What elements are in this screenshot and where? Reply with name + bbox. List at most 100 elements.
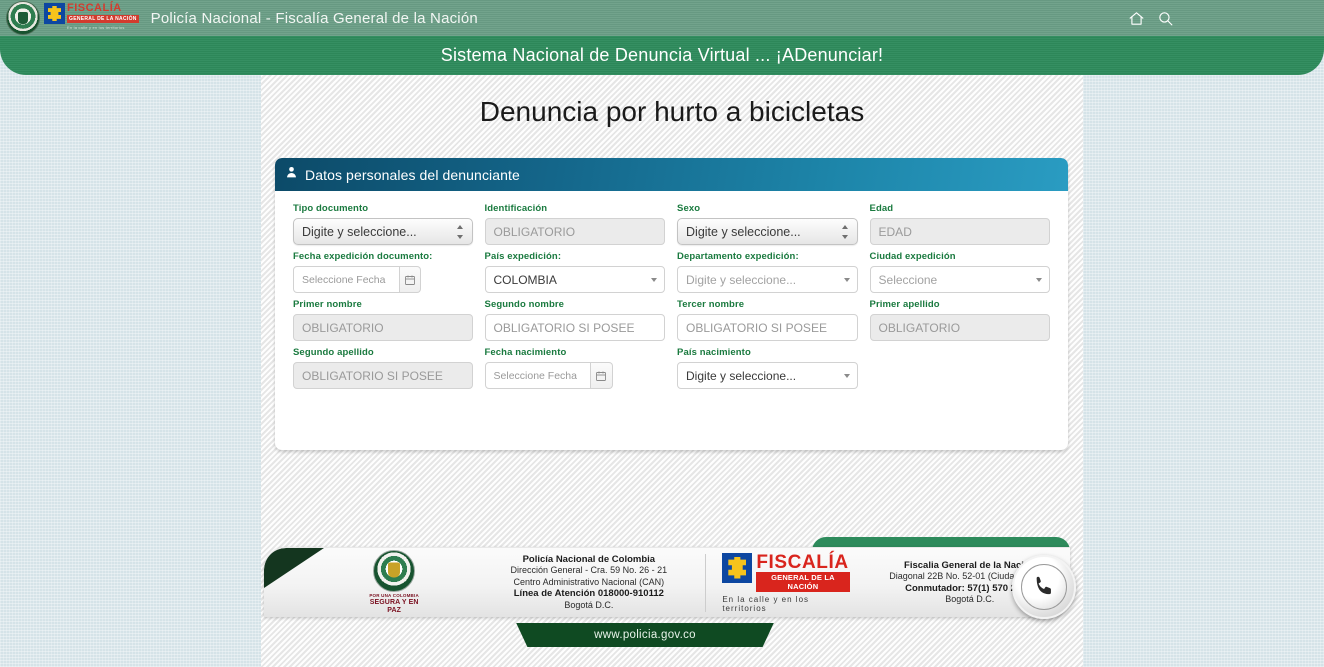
field-identificacion: Identificación [479,203,672,245]
police-seal-icon [6,1,40,35]
input-primer-nombre[interactable] [293,314,473,341]
fiscalia-brand: FISCALÍA [756,551,849,573]
select-departamento-expedicion-value: Digite y seleccione... [686,272,797,287]
page-title: Denuncia por hurto a bicicletas [479,96,865,127]
calendar-icon[interactable] [591,362,613,389]
field-fecha-expedicion: Fecha expedición documento: [287,251,479,293]
user-icon [285,165,298,184]
input-tercer-nombre[interactable] [677,314,858,341]
field-spacer [864,347,1057,389]
fiscalia-brand-sub: GENERAL DE LA NACIÓN [756,571,850,592]
label-edad: Edad [869,203,894,214]
system-banner-title: Sistema Nacional de Denuncia Virtual ...… [440,45,884,65]
label-identificacion: Identificación [484,203,548,214]
field-tipo-documento: Tipo documento Digite y seleccione... [287,203,479,245]
chevron-down-icon [843,373,850,378]
input-segundo-apellido[interactable] [293,362,473,389]
label-pais-expedicion: País expedición: [484,251,562,262]
input-identificacion[interactable] [484,218,666,245]
field-pais-expedicion: País expedición: COLOMBIA [479,251,672,293]
footer-corner-wedge [264,548,324,588]
police-name: Policía Nacional de Colombia [522,553,656,565]
topbar-title: Policía Nacional - Fiscalía General de l… [150,9,478,27]
system-banner: Sistema Nacional de Denuncia Virtual ...… [0,36,1324,75]
select-ciudad-expedicion-value: Seleccione [878,272,938,287]
footer-website: www.policia.gov.co [594,629,696,641]
field-ciudad-expedicion: Ciudad expedición Seleccione [864,251,1057,293]
select-pais-expedicion[interactable]: COLOMBIA [484,266,666,293]
input-fecha-nacimiento[interactable] [484,362,592,389]
fiscalia-logo-footer: FISCALÍA GENERAL DE LA NACIÓN En la call… [722,551,850,613]
input-segundo-nombre[interactable] [484,314,666,341]
personal-data-card: Datos personales del denunciante Tipo do… [275,158,1068,450]
label-departamento-expedicion: Departamento expedición: [677,251,799,262]
label-segundo-apellido: Segundo apellido [293,347,374,358]
fiscalia-brand: FISCALÍA [67,2,122,14]
input-fecha-expedicion[interactable] [293,266,400,293]
field-departamento-expedicion: Departamento expedición: Digite y selecc… [671,251,864,293]
calendar-icon[interactable] [399,266,421,293]
fiscalia-tagline: En la calle y en los territorios [722,594,810,613]
select-ciudad-expedicion[interactable]: Seleccione [869,266,1051,293]
select-departamento-expedicion[interactable]: Digite y seleccione... [677,266,858,293]
phone-icon [1021,564,1067,610]
phone-badge[interactable] [1012,555,1076,619]
police-seal-caption-line2: SEGURA Y EN PAZ [369,599,419,614]
label-ciudad-expedicion: Ciudad expedición [869,251,956,262]
police-seal-icon [373,550,416,592]
label-tercer-nombre: Tercer nombre [677,299,745,310]
form-row-2: Fecha expedición documento: País expedic… [287,251,1056,293]
fiscalia-logo: FISCALÍA GENERAL DE LA NACIÓN En la call… [44,3,139,33]
footer-bar: POR UNA COLOMBIA SEGURA Y EN PAZ Policía… [264,547,1070,617]
select-pais-nacimiento[interactable]: Digite y seleccione... [677,362,858,389]
fiscalia-puzzle-icon [722,552,753,583]
label-pais-nacimiento: País nacimiento [677,347,751,358]
police-city: Bogotá D.C. [564,599,614,610]
select-sexo[interactable]: Digite y seleccione... [677,218,858,245]
footer-website-ribbon: www.policia.gov.co [516,623,774,647]
field-edad: Edad [864,203,1057,245]
label-primer-nombre: Primer nombre [293,299,362,310]
form-row-3: Primer nombre Segundo nombre Tercer nomb… [287,299,1056,341]
field-fecha-nacimiento: Fecha nacimiento [479,347,672,389]
input-primer-apellido[interactable] [869,314,1051,341]
home-icon[interactable] [1128,10,1145,27]
field-primer-apellido: Primer apellido [864,299,1057,341]
input-edad[interactable] [869,218,1051,245]
fiscalia-tagline: En la calle y en los territorios [67,25,125,30]
card-header-title: Datos personales del denunciante [305,166,520,183]
datepicker-fecha-nacimiento [484,362,613,389]
card-header: Datos personales del denunciante [275,158,1068,191]
police-phone-line: Línea de Atención 018000-910112 [513,588,664,600]
police-address-block: Policía Nacional de Colombia Dirección G… [486,554,691,612]
footer-divider [705,553,707,612]
police-address-2: Centro Administrativo Nacional (CAN) [513,576,665,587]
select-tipo-documento-value: Digite y seleccione... [302,224,417,239]
police-address-1: Dirección General - Cra. 59 No. 26 - 21 [510,565,668,576]
label-segundo-nombre: Segundo nombre [484,299,565,310]
card-body: Tipo documento Digite y seleccione... Id… [275,191,1068,389]
label-fecha-nacimiento: Fecha nacimiento [484,347,567,358]
header-logos: FISCALÍA GENERAL DE LA NACIÓN En la call… [6,1,139,35]
field-segundo-apellido: Segundo apellido [287,347,479,389]
chevron-down-icon [843,277,850,282]
select-sexo-value: Digite y seleccione... [686,224,801,239]
select-pais-expedicion-value: COLOMBIA [493,272,557,287]
select-tipo-documento[interactable]: Digite y seleccione... [293,218,473,245]
field-tercer-nombre: Tercer nombre [671,299,864,341]
field-primer-nombre: Primer nombre [287,299,479,341]
label-sexo: Sexo [677,203,701,214]
field-sexo: Sexo Digite y seleccione... [671,203,864,245]
fiscalia-brand-sub: GENERAL DE LA NACIÓN [67,15,139,23]
chevron-down-icon [1036,277,1043,282]
fiscalia-puzzle-icon [44,3,65,24]
field-segundo-nombre: Segundo nombre [479,299,672,341]
select-pais-nacimiento-value: Digite y seleccione... [686,368,797,383]
police-seal-caption: POR UNA COLOMBIA SEGURA Y EN PAZ [364,593,424,615]
chevron-updown-icon [842,224,849,239]
chevron-down-icon [651,277,658,282]
form-row-1: Tipo documento Digite y seleccione... Id… [287,203,1056,245]
field-pais-nacimiento: País nacimiento Digite y seleccione... [671,347,864,389]
search-icon[interactable] [1157,10,1174,27]
label-tipo-documento: Tipo documento [293,203,369,214]
